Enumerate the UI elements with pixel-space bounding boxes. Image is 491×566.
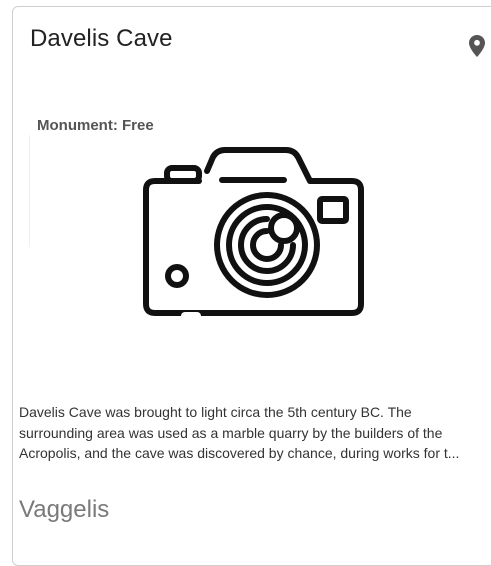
image-alt-label: Monument: Free xyxy=(37,117,154,134)
card-title[interactable]: Davelis Cave xyxy=(30,25,173,53)
image-placeholder-edge xyxy=(29,135,30,247)
card-author[interactable]: Vaggelis xyxy=(19,496,109,524)
card-description: Davelis Cave was brought to light circa … xyxy=(19,404,460,461)
monument-image[interactable]: Monument: Free xyxy=(24,113,491,381)
camera-icon xyxy=(143,147,364,320)
map-pin-icon[interactable] xyxy=(469,35,485,57)
